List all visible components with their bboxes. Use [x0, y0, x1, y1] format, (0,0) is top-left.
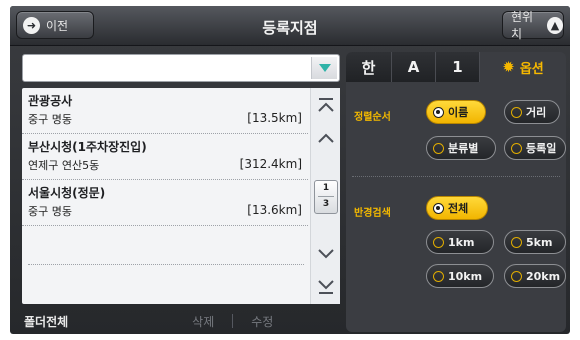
radio-selected-icon [433, 106, 444, 118]
radio-icon [511, 142, 522, 154]
tab-hangul[interactable]: 한 [346, 52, 392, 82]
radius-all-option[interactable]: 전체 [426, 196, 488, 220]
sort-name-option[interactable]: 이름 [426, 100, 486, 124]
radius-20km-option[interactable]: 20km [504, 264, 566, 288]
page-indicator: 1 3 [314, 180, 338, 214]
sort-distance-option[interactable]: 거리 [504, 100, 560, 124]
delete-button[interactable]: 삭제 [192, 313, 214, 330]
options-panel: 한 A 1 ✹ 옵션 정렬순서 이름 거리 분류별 등록일 반경검색 전체 1k… [346, 52, 566, 332]
list-divider [28, 264, 304, 265]
current-location-button[interactable]: 현위치 ▲ [502, 10, 564, 41]
chevron-down-icon [318, 249, 334, 259]
radio-icon [511, 270, 522, 282]
radio-icon [511, 236, 522, 248]
options-divider [352, 176, 560, 177]
double-chevron-up-icon [318, 98, 334, 112]
current-location-label: 현위치 [511, 10, 534, 41]
double-chevron-down-icon [318, 280, 334, 294]
sort-name-label: 이름 [448, 106, 469, 119]
scroll-up-button[interactable] [315, 126, 337, 150]
tab-bar: 한 A 1 ✹ 옵션 [346, 52, 566, 82]
sort-date-label: 등록일 [526, 142, 557, 155]
page-title: 등록지점 [262, 19, 318, 37]
radius-all-label: 전체 [448, 202, 469, 215]
list-item-distance: [13.6km] [247, 203, 302, 217]
scroll-top-button[interactable] [315, 94, 337, 118]
list-item-distance: [13.5km] [247, 111, 302, 125]
list-item[interactable]: 부산시청(1주차장진입) 연제구 연산5동 [312.4km] [22, 134, 308, 180]
search-dropdown-button[interactable] [311, 57, 337, 79]
tab-options[interactable]: ✹ 옵션 [480, 52, 566, 82]
list-scrollbar: 1 3 [310, 88, 340, 304]
dropdown-triangle-icon [318, 64, 331, 72]
radius-1km-option[interactable]: 1km [426, 230, 494, 254]
sort-category-option[interactable]: 분류별 [426, 136, 496, 160]
navigation-arrow-icon: ▲ [547, 16, 563, 34]
list-item-name: 서울시청(정문) [28, 186, 106, 200]
gear-icon: ✹ [502, 57, 515, 76]
page-total: 3 [322, 199, 330, 209]
list-item-name: 부산시청(1주차장진입) [28, 140, 147, 154]
radius-5km-label: 5km [526, 235, 553, 249]
list-item-address: 연제구 연산5동 [28, 159, 100, 172]
tab-number[interactable]: 1 [436, 52, 480, 82]
list-item-address: 중구 명동 [28, 113, 72, 126]
sort-category-label: 분류별 [448, 142, 479, 155]
saved-location-list: 관광공사 중구 명동 [13.5km] 부산시청(1주차장진입) 연제구 연산5… [22, 88, 340, 304]
bottom-divider [232, 314, 234, 328]
tab-alphabet[interactable]: A [392, 52, 436, 82]
list-item-address: 중구 명동 [28, 205, 72, 218]
sort-date-option[interactable]: 등록일 [504, 136, 566, 160]
list-item-distance: [312.4km] [239, 157, 302, 171]
radius-20km-label: 20km [526, 269, 561, 283]
folder-all-button[interactable]: 폴더전체 [24, 313, 68, 330]
search-input[interactable] [22, 54, 340, 82]
scroll-bottom-button[interactable] [315, 274, 337, 298]
scroll-down-button[interactable] [315, 242, 337, 266]
radio-icon [433, 236, 444, 248]
bottom-action-bar: 폴더전체 삭제 수정 [10, 308, 346, 334]
radio-selected-icon [433, 202, 444, 214]
radio-icon [433, 270, 444, 282]
list-item-name: 관광공사 [28, 94, 73, 108]
list-item[interactable]: 서울시청(정문) 중구 명동 [13.6km] [22, 180, 308, 226]
chevron-up-icon [318, 133, 334, 143]
radio-icon [511, 106, 522, 118]
radius-10km-label: 10km [448, 269, 483, 283]
list-item[interactable]: 관광공사 중구 명동 [13.5km] [22, 88, 308, 134]
tab-options-label: 옵션 [519, 61, 544, 77]
edit-button[interactable]: 수정 [251, 313, 273, 330]
radius-search-label: 반경검색 [354, 208, 391, 219]
radio-icon [433, 142, 444, 154]
radius-1km-label: 1km [448, 235, 475, 249]
device-frame: ➜ 이전 등록지점 현위치 ▲ 관광공사 중구 명동 [13.5km] 부산시청… [6, 4, 574, 336]
radius-5km-option[interactable]: 5km [504, 230, 566, 254]
page-current: 1 [322, 183, 330, 193]
sort-distance-label: 거리 [526, 106, 547, 119]
sort-order-label: 정렬순서 [354, 112, 391, 123]
header-bar: ➜ 이전 등록지점 현위치 ▲ [10, 6, 570, 46]
radius-10km-option[interactable]: 10km [426, 264, 494, 288]
screen: ➜ 이전 등록지점 현위치 ▲ 관광공사 중구 명동 [13.5km] 부산시청… [10, 6, 570, 334]
